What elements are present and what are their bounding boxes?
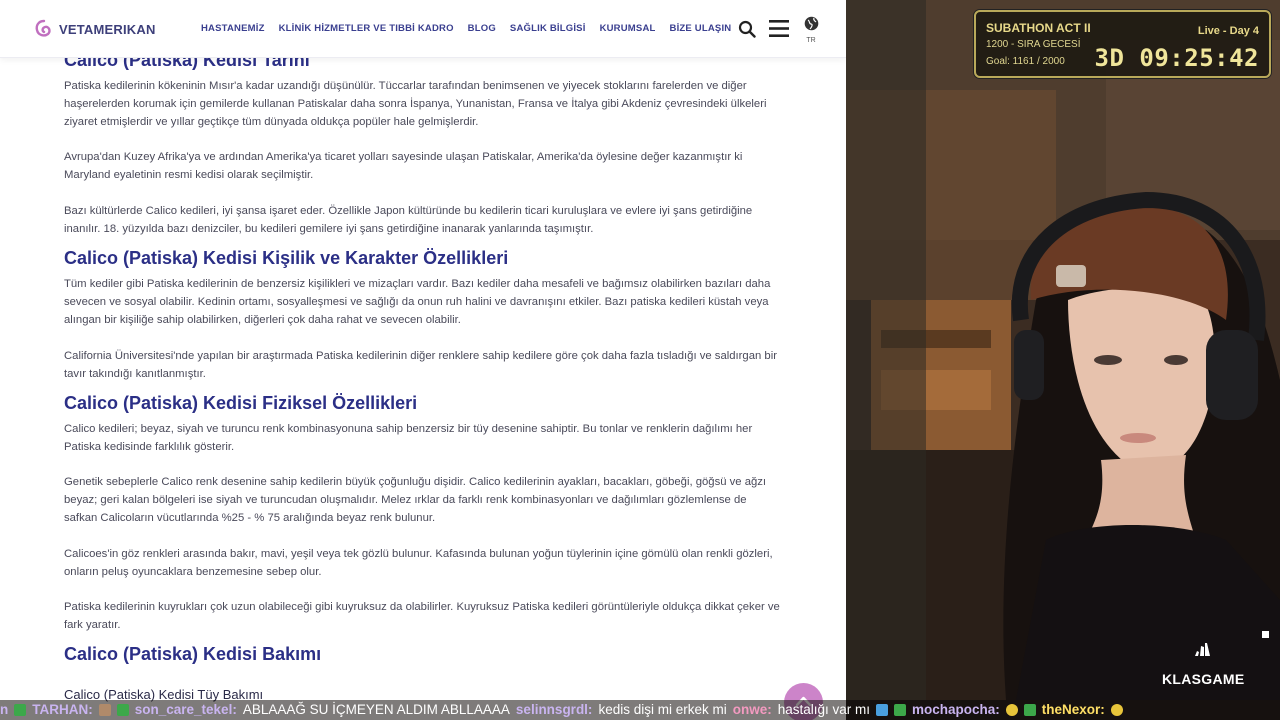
chat-message: hastalığı var mı (777, 702, 871, 717)
website-viewport: VETAMERIKAN HASTANEMİZ KLİNİK HİZMETLER … (0, 0, 846, 720)
paragraph-history-3: Bazı kültürlerde Calico kedileri, iyi şa… (64, 205, 753, 235)
language-label: TR (806, 37, 816, 44)
timer-live-day: Live - Day 4 (1197, 25, 1259, 37)
site-logo[interactable]: VETAMERIKAN (34, 19, 156, 39)
heading-care: Calico (Patiska) Kedisi Bakımı (64, 644, 322, 664)
tools-badge-icon (876, 703, 889, 716)
subathon-timer-widget: SUBATHON ACT II 1200 - SIRA GECESİ Goal:… (974, 10, 1271, 78)
nav-item-hastanemiz[interactable]: HASTANEMİZ (201, 23, 265, 34)
chat-message: ABLAAAĞ SU İÇMEYEN ALDIM ABLLAAAA (242, 702, 510, 717)
paragraph-history-1: Patiska kedilerinin kökeninin Mısır'a ka… (64, 80, 767, 128)
chat-message: kedis dişi mi erkek mi (598, 702, 727, 717)
heading-physical: Calico (Patiska) Kedisi Fiziksel Özellik… (64, 393, 418, 413)
nav-item-blog[interactable]: BLOG (468, 23, 496, 34)
paragraph-personality-1: Tüm kediler gibi Patiska kedilerinin de … (64, 278, 771, 326)
logo-swirl-icon (35, 19, 51, 37)
paragraph-physical-1: Calico kedileri; beyaz, siyah ve turuncu… (64, 423, 753, 453)
chat-username: theNexor: (1041, 702, 1105, 717)
logo-text: VETAMERIKAN (59, 21, 156, 37)
chat-username: selinnsgrdl: (515, 702, 593, 717)
nav-item-klinik-hizmetler[interactable]: KLİNİK HİZMETLER VE TIBBİ KADRO (279, 23, 454, 34)
timer-title: SUBATHON ACT II (986, 21, 1091, 35)
timer-goal: Goal: 1161 / 2000 (986, 56, 1065, 67)
main-nav: HASTANEMİZ KLİNİK HİZMETLER VE TIBBİ KAD… (201, 23, 731, 34)
nav-item-saglik-bilgisi[interactable]: SAĞLIK BİLGİSİ (510, 23, 586, 34)
timer-subtitle: 1200 - SIRA GECESİ (986, 39, 1081, 50)
hamburger-menu-icon[interactable] (769, 19, 789, 38)
sponsor-text: KLASGAME (1162, 671, 1245, 687)
chat-username: son_care_tekel: (134, 702, 237, 717)
smile-emote-icon (1005, 703, 1018, 716)
sprout-badge-icon (894, 703, 907, 716)
chat-username: TARHAN: (32, 702, 93, 717)
chat-username: mochapocha: (912, 702, 1000, 717)
smile-emote-icon (1110, 703, 1123, 716)
chat-ticker: n TARHAN: son_care_tekel: ABLAAAĞ SU İÇM… (0, 700, 1280, 720)
webcam-feed (846, 0, 1280, 700)
chat-ticker-track: n TARHAN: son_care_tekel: ABLAAAĞ SU İÇM… (0, 702, 1123, 717)
paragraph-physical-3: Calicoes'in göz renkleri arasında bakır,… (64, 548, 773, 578)
nav-item-kurumsal[interactable]: KURUMSAL (600, 23, 656, 34)
cat-emote-icon (98, 703, 111, 716)
timer-countdown: 3D 09:25:42 (1094, 44, 1259, 72)
sprout-badge-icon (14, 703, 27, 716)
chat-username: onwe: (732, 702, 772, 717)
paragraph-history-2: Avrupa'dan Kuzey Afrika'ya ve ardından A… (64, 151, 743, 181)
paragraph-personality-2: California Üniversitesi'nde yapılan bir … (64, 350, 777, 380)
search-icon[interactable] (738, 20, 756, 38)
heading-personality: Calico (Patiska) Kedisi Kişilik ve Karak… (64, 248, 509, 268)
globe-icon (804, 16, 818, 31)
site-header: VETAMERIKAN HASTANEMİZ KLİNİK HİZMETLER … (0, 0, 846, 58)
sprout-badge-icon (1023, 703, 1036, 716)
adidas-logo-icon (1195, 643, 1210, 656)
nav-item-bize-ulasin[interactable]: BİZE ULAŞIN (670, 23, 732, 34)
paragraph-physical-2: Genetik sebeplerle Calico renk desenine … (64, 476, 767, 524)
sprout-badge-icon (116, 703, 129, 716)
language-switcher[interactable]: TR (802, 16, 820, 44)
indicator-dot (1262, 631, 1269, 638)
webcam-scene (846, 0, 1280, 700)
chat-username: n (0, 702, 9, 717)
paragraph-physical-4: Patiska kedilerinin kuyrukları çok uzun … (64, 601, 780, 631)
